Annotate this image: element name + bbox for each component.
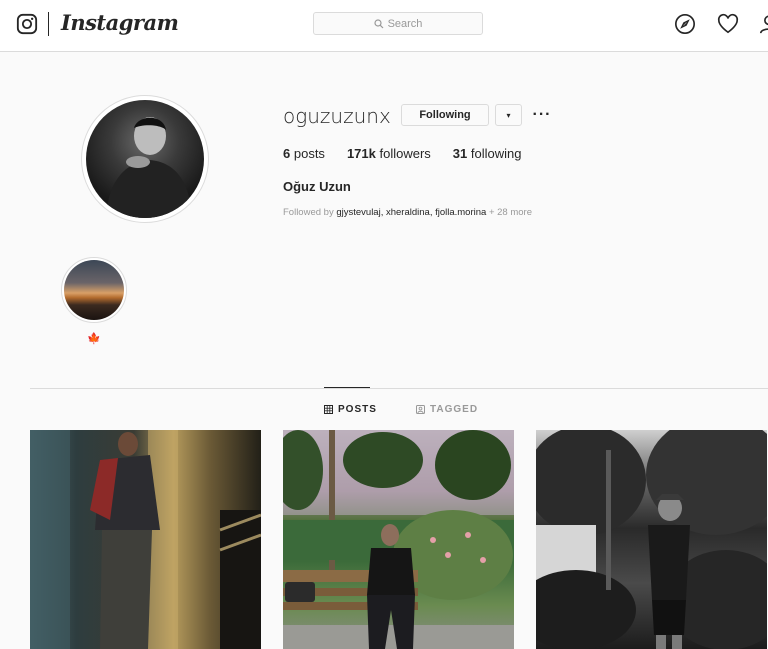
post-thumbnail[interactable] [536,430,767,649]
following-button[interactable]: Following [401,104,489,126]
instagram-glyph-icon[interactable] [16,13,38,35]
instagram-wordmark[interactable]: Instagram [61,10,179,35]
grid-icon [324,405,333,414]
profile-avatar[interactable] [81,95,209,223]
active-tab-indicator [324,387,370,388]
post-image [536,430,767,649]
heart-icon[interactable] [717,13,739,35]
stat-followers[interactable]: 171k followers [347,146,431,161]
search-input[interactable]: Search [313,12,483,35]
stat-followers-label: followers [379,146,431,161]
story-highlight[interactable] [61,257,127,323]
tab-tagged-label: TAGGED [430,404,479,415]
post-thumbnail[interactable] [283,430,514,649]
stat-following[interactable]: 31 following [453,146,522,161]
post-image [283,430,514,649]
followed-by-more[interactable]: + 28 more [489,207,532,218]
tagged-icon [416,405,425,414]
top-navigation: Instagram Search [0,0,768,52]
tab-posts-label: POSTS [338,404,377,415]
highlight-cover [64,260,124,320]
search-icon [373,18,383,28]
person-icon[interactable] [758,13,768,35]
stat-posts-label: posts [293,146,325,161]
tabs-divider [30,388,768,389]
stat-following-count: 31 [452,146,468,161]
profile-username: oguzuzunx [283,104,391,128]
stat-posts-count: 6 [283,146,291,161]
search-placeholder: Search [387,17,423,30]
profile-full-name: Oğuz Uzun [283,179,351,194]
post-thumbnail[interactable] [30,430,261,649]
nav-divider [48,12,49,36]
compass-icon[interactable] [674,13,696,35]
followed-by-prefix: Followed by [283,207,334,218]
stat-followers-count: 171k [346,146,376,161]
followed-by-names[interactable]: gjystevulaj, xheraldina, fjolla.morina [336,207,486,218]
stat-following-label: following [470,146,522,161]
followed-by[interactable]: Followed by gjystevulaj, xheraldina, fjo… [283,207,532,218]
profile-photo [86,100,204,218]
tab-tagged[interactable]: TAGGED [416,404,478,415]
more-options-icon[interactable]: ··· [531,104,553,126]
stat-posts: 6 posts [283,146,325,161]
post-image [30,430,261,649]
chevron-down-icon[interactable]: ▾ [495,104,522,126]
profile-stats: 6 posts 171k followers 31 following [283,146,543,161]
tab-posts[interactable]: POSTS [324,404,377,415]
highlight-label: 🍁 [87,333,101,345]
